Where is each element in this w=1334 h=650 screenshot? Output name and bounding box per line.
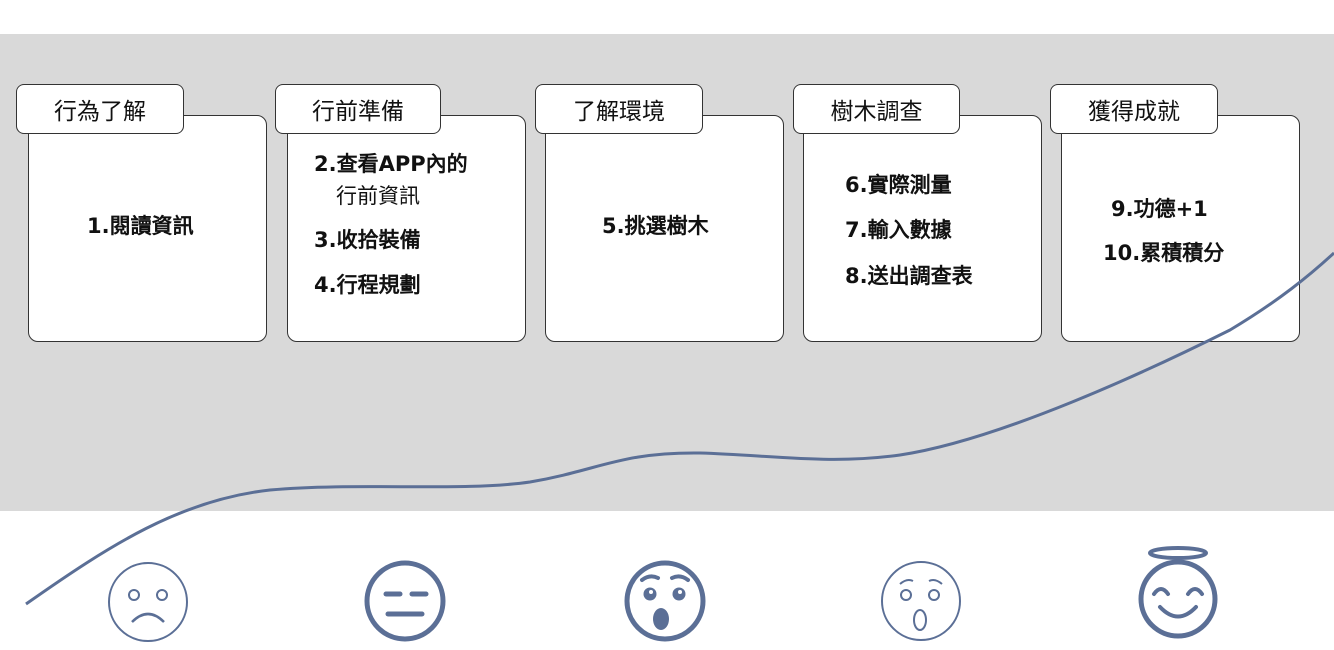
angel-smile-face-icon: [1138, 546, 1218, 639]
step-3: 3.收拾裝備: [314, 228, 421, 252]
stage-card-5: [1061, 115, 1300, 342]
sad-face-icon: [108, 562, 188, 642]
stage-title-4: 樹木調查: [793, 84, 960, 134]
step-10: 10.累積積分: [1103, 241, 1225, 265]
step-5: 5.挑選樹木: [602, 214, 709, 238]
step-8: 8.送出調查表: [845, 264, 973, 288]
stage-title-5: 獲得成就: [1050, 84, 1218, 134]
neutral-face-icon: [364, 560, 446, 642]
stage-title-1: 行為了解: [16, 84, 184, 134]
step-9: 9.功德+1: [1111, 197, 1208, 221]
stage-title-2: 行前準備: [275, 84, 441, 134]
journey-map: 行為了解 1.閱讀資訊 行前準備 2.查看APP內的 行前資訊 3.收拾裝備 4…: [0, 0, 1334, 650]
step-4: 4.行程規劃: [314, 273, 421, 297]
step-2: 2.查看APP內的: [314, 152, 468, 176]
step-7: 7.輸入數據: [845, 218, 952, 242]
worried-face-icon: [881, 561, 961, 641]
surprised-face-icon: [624, 560, 706, 642]
stage-title-3: 了解環境: [535, 84, 703, 134]
step-1: 1.閱讀資訊: [87, 214, 194, 238]
step-6: 6.實際測量: [845, 173, 952, 197]
step-2-continued: 行前資訊: [336, 184, 420, 208]
